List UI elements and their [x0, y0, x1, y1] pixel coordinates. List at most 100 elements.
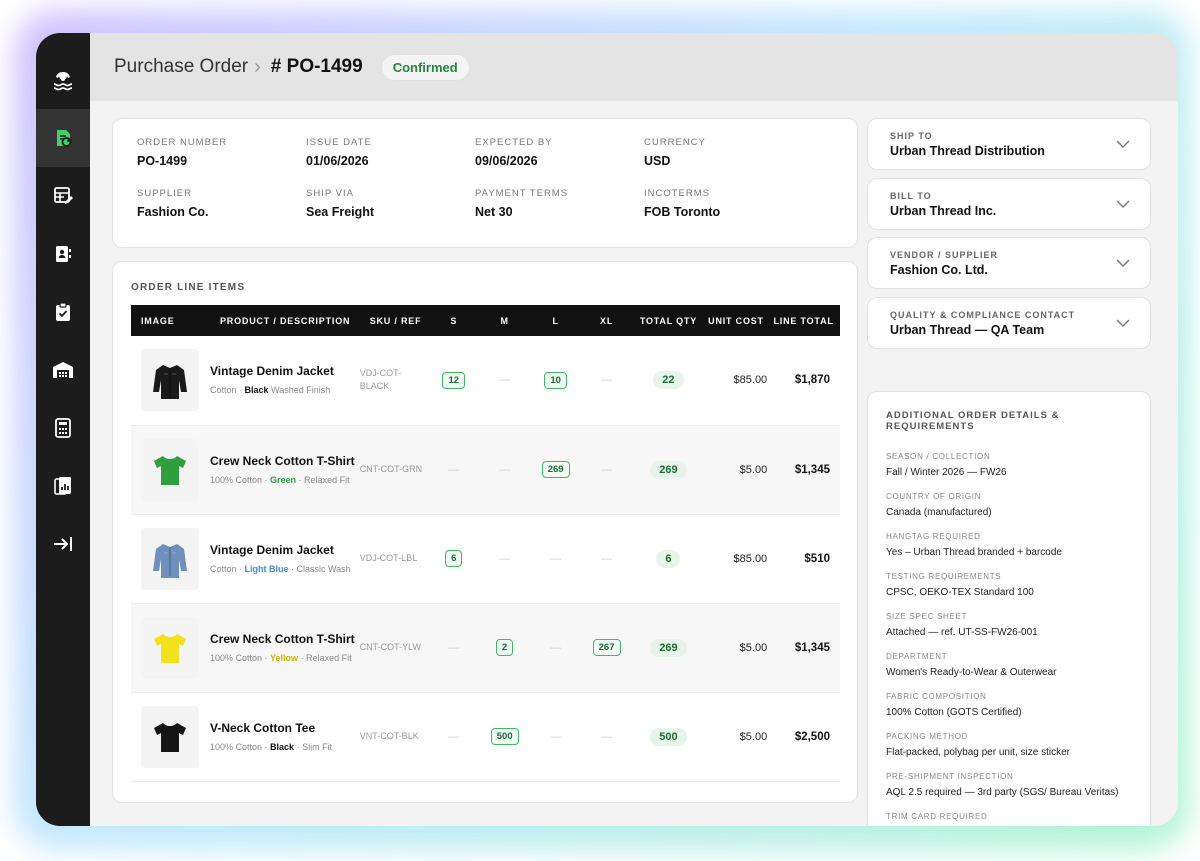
column-header[interactable]: PRODUCT / DESCRIPTION [210, 305, 360, 336]
tshirt-thumbnail[interactable] [141, 438, 199, 501]
product-name[interactable]: Crew Neck Cotton T-Shirt [210, 453, 360, 469]
column-header[interactable]: M [479, 305, 531, 336]
total-qty-cell: 22 [632, 336, 705, 425]
unit-cost-cell: $5.00 [739, 463, 768, 476]
total-qty-cell: 500 [632, 692, 705, 781]
desc-suffix: · Relaxed Fit [298, 652, 352, 663]
table-row[interactable]: V-Neck Cotton Tee 100% Cotton · Black · S… [131, 692, 840, 781]
accordion-quality-compliance-contact[interactable]: QUALITY & COMPLIANCE CONTACT Urban Thread… [867, 297, 1151, 349]
product-name[interactable]: Vintage Denim Jacket [210, 542, 360, 558]
chevron-down-icon[interactable] [1116, 256, 1130, 270]
tshirt-thumbnail[interactable] [141, 616, 199, 679]
accordion-label: SHIP TO [890, 131, 933, 141]
meta-label: SHIP VIA [306, 188, 354, 199]
meta-label: SUPPLIER [137, 188, 192, 199]
clipboard-check-icon[interactable] [36, 283, 90, 341]
table-row[interactable]: Crew Neck Cotton T-Shirt 100% Cotton · Ye… [131, 603, 840, 692]
main-area: Purchase Order › # PO-1499 Confirmed ORD… [90, 33, 1178, 826]
spreadsheet-edit-icon[interactable] [36, 167, 90, 225]
detail-label: PACKING METHOD [886, 732, 969, 741]
warehouse-icon[interactable] [36, 341, 90, 399]
content: ORDER NUMBER PO-1499 ISSUE DATE 01/06/2026 E… [90, 101, 1178, 826]
meta-label: PAYMENT TERMS [475, 188, 569, 199]
size-xl-cell: — [581, 514, 632, 603]
column-header[interactable]: XL [581, 305, 633, 336]
image-cell [131, 514, 210, 603]
meta-label: CURRENCY [644, 137, 706, 148]
column-header[interactable]: IMAGE [131, 305, 210, 336]
sku-cell: CNT-COT-YLW [359, 642, 422, 652]
meta-value: Net 30 [475, 205, 513, 219]
collapse-icon[interactable] [36, 515, 90, 573]
empty-qty: — [550, 730, 562, 743]
color-name: Green [270, 474, 297, 485]
table-row[interactable]: Vintage Denim Jacket Cotton · Light Blue … [131, 514, 840, 603]
desc-prefix: 100% Cotton · [210, 474, 271, 485]
detail-value: Women's Ready-to-Wear & Outerwear [886, 667, 1057, 678]
tshirt-thumbnail[interactable] [141, 705, 199, 768]
size-xl-cell: 267 [581, 603, 632, 692]
reports-icon[interactable] [36, 457, 90, 515]
chevron-down-icon[interactable] [1116, 197, 1130, 211]
empty-qty: — [448, 730, 460, 743]
empty-qty: — [550, 641, 562, 654]
size-qty[interactable]: 6 [445, 550, 463, 567]
meta-value: PO-1499 [137, 154, 188, 168]
size-qty[interactable]: 10 [544, 371, 567, 389]
chevron-down-icon[interactable] [1116, 137, 1130, 151]
breadcrumb-purchase-order[interactable]: Purchase Order [114, 56, 248, 78]
size-qty[interactable]: 267 [592, 639, 621, 656]
column-header[interactable]: LINE TOTAL [767, 305, 840, 336]
chevron-right-icon: › [254, 55, 261, 78]
size-qty[interactable]: 12 [442, 371, 466, 389]
sku-cell: VDJ-COT-LBL [359, 553, 418, 563]
total-qty-pill: 269 [650, 460, 687, 479]
column-header[interactable]: SKU / REF [359, 305, 429, 336]
logo-icon[interactable] [36, 51, 90, 109]
page-header: Purchase Order › # PO-1499 Confirmed [90, 33, 1178, 101]
size-l-cell: — [530, 692, 581, 781]
product-name[interactable]: Crew Neck Cotton T-Shirt [210, 631, 360, 647]
line-total-cell: $1,345 [794, 641, 830, 654]
meta-field: ISSUE DATE 01/06/2026 [306, 137, 475, 168]
column-header[interactable]: S [428, 305, 480, 336]
size-qty[interactable]: 500 [490, 728, 519, 745]
jacket-thumbnail[interactable] [141, 527, 199, 590]
product-name[interactable]: Vintage Denim Jacket [210, 363, 360, 379]
table-row[interactable]: Vintage Denim Jacket Cotton · Black Washe… [131, 336, 840, 425]
detail-value: Canada (manufactured) [886, 507, 992, 518]
product-cell: Vintage Denim Jacket Cotton · Light Blue … [210, 514, 360, 603]
contacts-icon[interactable] [36, 225, 90, 283]
meta-label: EXPECTED BY [475, 137, 553, 148]
calculator-icon[interactable] [36, 399, 90, 457]
size-m-cell: — [479, 514, 530, 603]
column-header[interactable]: UNIT COST [704, 305, 768, 336]
size-qty[interactable]: 269 [541, 461, 570, 478]
table-row[interactable]: Crew Neck Cotton T-Shirt 100% Cotton · Gr… [131, 425, 840, 514]
empty-qty: — [499, 374, 511, 387]
column-header[interactable]: TOTAL QTY [632, 305, 705, 336]
size-l-cell: — [530, 514, 581, 603]
jacket-thumbnail[interactable] [141, 349, 199, 412]
accordion-value: Urban Thread — QA Team [890, 323, 1045, 337]
sku-cell: VNT-COT-BLK [359, 731, 419, 741]
accordion-value: Urban Thread Distribution [890, 144, 1045, 158]
total-qty-pill: 22 [653, 371, 684, 390]
accordion-value: Fashion Co. Ltd. [890, 263, 988, 277]
total-qty-cell: 269 [632, 603, 705, 692]
detail-value: AQL 2.5 required — 3rd party (SGS/ Burea… [886, 787, 1119, 798]
purchase-order-icon[interactable] [36, 109, 90, 167]
accordion-vendor-supplier[interactable]: VENDOR / SUPPLIER Fashion Co. Ltd. [867, 237, 1151, 289]
chevron-down-icon[interactable] [1116, 316, 1130, 330]
accordion-bill-to[interactable]: BILL TO Urban Thread Inc. [867, 178, 1151, 230]
size-xl-cell: — [581, 336, 632, 425]
size-qty[interactable]: 2 [496, 639, 514, 656]
product-description: 100% Cotton · Black · Slim Fit [210, 741, 360, 754]
meta-field: INCOTERMS FOB Toronto [644, 188, 813, 219]
line-total-cell: $1,345 [794, 463, 830, 476]
accordion-ship-to[interactable]: SHIP TO Urban Thread Distribution [867, 118, 1151, 170]
product-name[interactable]: V-Neck Cotton Tee [210, 720, 360, 736]
column-header[interactable]: L [530, 305, 582, 336]
accordion-value: Urban Thread Inc. [890, 204, 997, 218]
empty-qty: — [601, 463, 613, 476]
